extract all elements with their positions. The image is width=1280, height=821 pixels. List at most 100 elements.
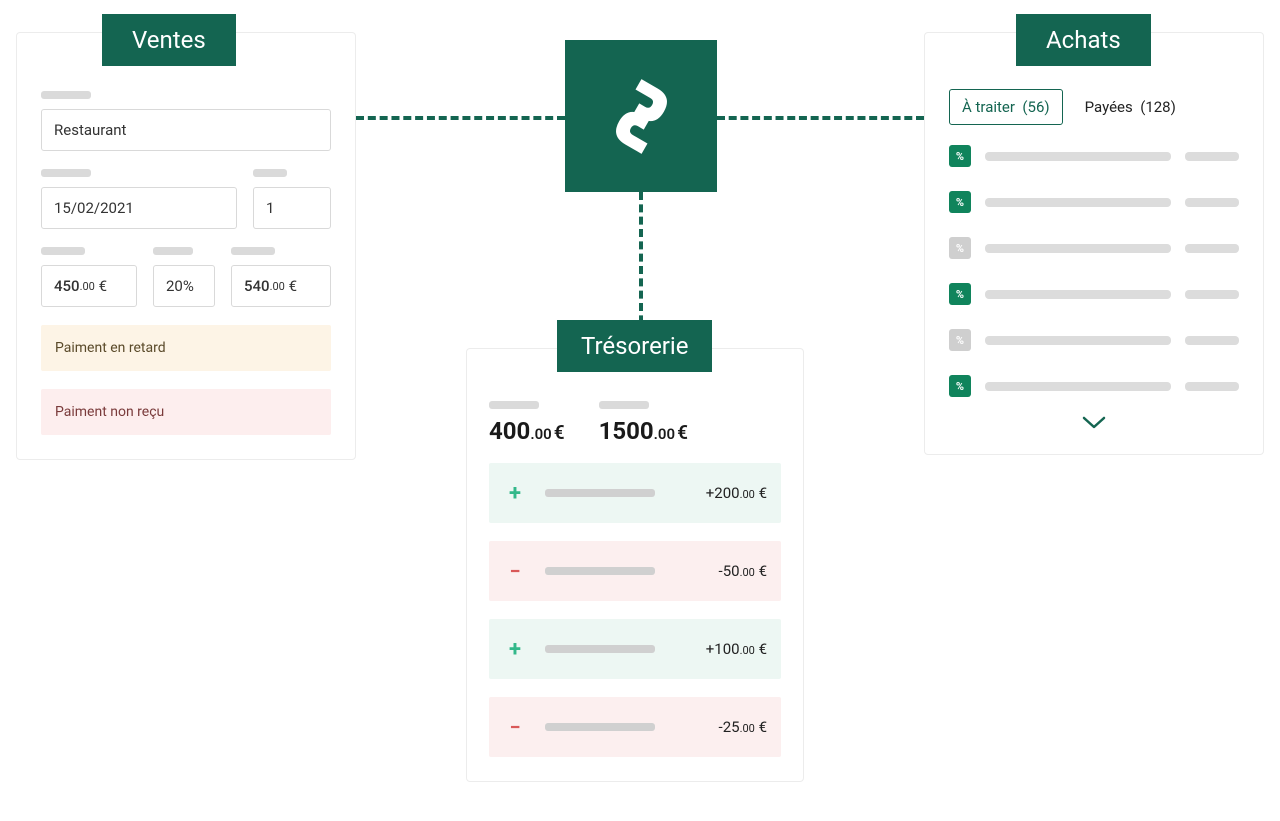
percent-icon: %	[949, 191, 971, 213]
label-placeholder	[41, 91, 91, 99]
percent-icon: %	[949, 329, 971, 351]
amount-placeholder	[1185, 290, 1239, 299]
transaction-row: + +200.00 €	[489, 463, 781, 523]
label-placeholder	[985, 198, 1171, 207]
client-name-value: Restaurant	[54, 121, 126, 139]
label-placeholder	[253, 169, 287, 177]
percent-icon: %	[949, 283, 971, 305]
amount-ht-int: 450	[54, 277, 80, 295]
tab-to-process[interactable]: À traiter (56)	[949, 89, 1063, 125]
tx-cur: €	[759, 640, 767, 658]
tx-amount-dec: .00	[740, 644, 755, 657]
label-placeholder	[153, 247, 193, 255]
balance2-int: 1500	[599, 417, 654, 445]
plus-icon: +	[503, 481, 527, 506]
balance-2: 1500.00€	[599, 401, 688, 445]
tresorerie-title-text: Trésorerie	[581, 332, 688, 360]
tresorerie-card: 400.00€ 1500.00€ + +200.00 € − -50.00 € …	[466, 348, 804, 782]
balance1-int: 400	[489, 417, 530, 445]
connector-right	[717, 116, 924, 120]
tx-amount-dec: .00	[740, 488, 755, 501]
tx-cur: €	[759, 484, 767, 502]
label-placeholder	[985, 382, 1171, 391]
chevron-down-icon	[1082, 416, 1106, 430]
vat-input[interactable]: 20%	[153, 265, 215, 307]
purchase-row[interactable]: %	[949, 237, 1239, 259]
label-placeholder	[545, 567, 655, 575]
transaction-row: + +100.00 €	[489, 619, 781, 679]
tx-cur: €	[759, 562, 767, 580]
label-placeholder	[41, 169, 91, 177]
amount-ttc-cur: €	[289, 277, 297, 295]
label-placeholder	[985, 244, 1171, 253]
status-notreceived-label: Paiment non reçu	[55, 404, 164, 420]
balance2-cur: €	[677, 421, 688, 444]
amount-ttc-int: 540	[244, 277, 270, 295]
date-input[interactable]: 15/02/2021	[41, 187, 237, 229]
balance1-dec: .00	[530, 425, 551, 443]
achats-card: À traiter (56) Payées (128) %%%%%%	[924, 32, 1264, 455]
balance2-dec: .00	[654, 425, 675, 443]
vat-value: 20%	[166, 277, 194, 295]
connector-left	[356, 116, 565, 120]
tab-paid-label: Payées	[1085, 98, 1133, 116]
tab-to-process-label: À traiter	[962, 98, 1015, 116]
amount-placeholder	[1185, 198, 1239, 207]
tx-amount-dec: .00	[740, 566, 755, 579]
label-placeholder	[41, 247, 85, 255]
status-notreceived-row: Paiment non reçu	[41, 389, 331, 435]
tresorerie-title-badge: Trésorerie	[557, 320, 712, 372]
amount-placeholder	[1185, 336, 1239, 345]
logo-icon	[599, 74, 684, 159]
amount-placeholder	[1185, 382, 1239, 391]
tx-amount: +200	[706, 484, 740, 502]
date-value: 15/02/2021	[54, 199, 134, 217]
amount-ht-input[interactable]: 450.00 €	[41, 265, 137, 307]
tx-amount: -25	[719, 718, 740, 736]
purchase-row[interactable]: %	[949, 375, 1239, 397]
qty-input[interactable]: 1	[253, 187, 331, 229]
amount-ht-cur: €	[99, 277, 107, 295]
purchases-list: %%%%%%	[949, 145, 1239, 397]
ventes-title-badge: Ventes	[102, 14, 236, 66]
transaction-row: − -25.00 €	[489, 697, 781, 757]
qty-value: 1	[266, 199, 274, 217]
status-late-row: Paiment en retard	[41, 325, 331, 371]
minus-icon: −	[503, 715, 527, 739]
tab-paid-count: (128)	[1140, 98, 1176, 116]
label-placeholder	[545, 723, 655, 731]
tx-amount: +100	[706, 640, 740, 658]
label-placeholder	[985, 336, 1171, 345]
tab-paid[interactable]: Payées (128)	[1085, 98, 1176, 116]
amount-placeholder	[1185, 244, 1239, 253]
label-placeholder	[545, 645, 655, 653]
purchase-row[interactable]: %	[949, 191, 1239, 213]
expand-button[interactable]	[949, 415, 1239, 434]
percent-icon: %	[949, 375, 971, 397]
label-placeholder	[489, 401, 539, 409]
amount-ttc-dec: .00	[270, 280, 285, 293]
label-placeholder	[545, 489, 655, 497]
tx-amount: -50	[719, 562, 740, 580]
tab-to-process-count: (56)	[1022, 98, 1049, 116]
achats-title-badge: Achats	[1016, 14, 1151, 66]
tx-amount-dec: .00	[740, 722, 755, 735]
ventes-card: Restaurant 15/02/2021 1 450.00 € 20%	[16, 32, 356, 460]
percent-icon: %	[949, 145, 971, 167]
tx-cur: €	[759, 718, 767, 736]
plus-icon: +	[503, 637, 527, 662]
label-placeholder	[599, 401, 649, 409]
balance-1: 400.00€	[489, 401, 565, 445]
label-placeholder	[231, 247, 275, 255]
amount-placeholder	[1185, 152, 1239, 161]
amount-ht-dec: .00	[80, 280, 95, 293]
ventes-title-text: Ventes	[132, 26, 206, 54]
purchase-row[interactable]: %	[949, 145, 1239, 167]
client-name-input[interactable]: Restaurant	[41, 109, 331, 151]
purchase-row[interactable]: %	[949, 283, 1239, 305]
purchase-row[interactable]: %	[949, 329, 1239, 351]
percent-icon: %	[949, 237, 971, 259]
status-late-label: Paiment en retard	[55, 340, 166, 356]
amount-ttc-input[interactable]: 540.00 €	[231, 265, 331, 307]
brand-logo	[565, 40, 717, 192]
